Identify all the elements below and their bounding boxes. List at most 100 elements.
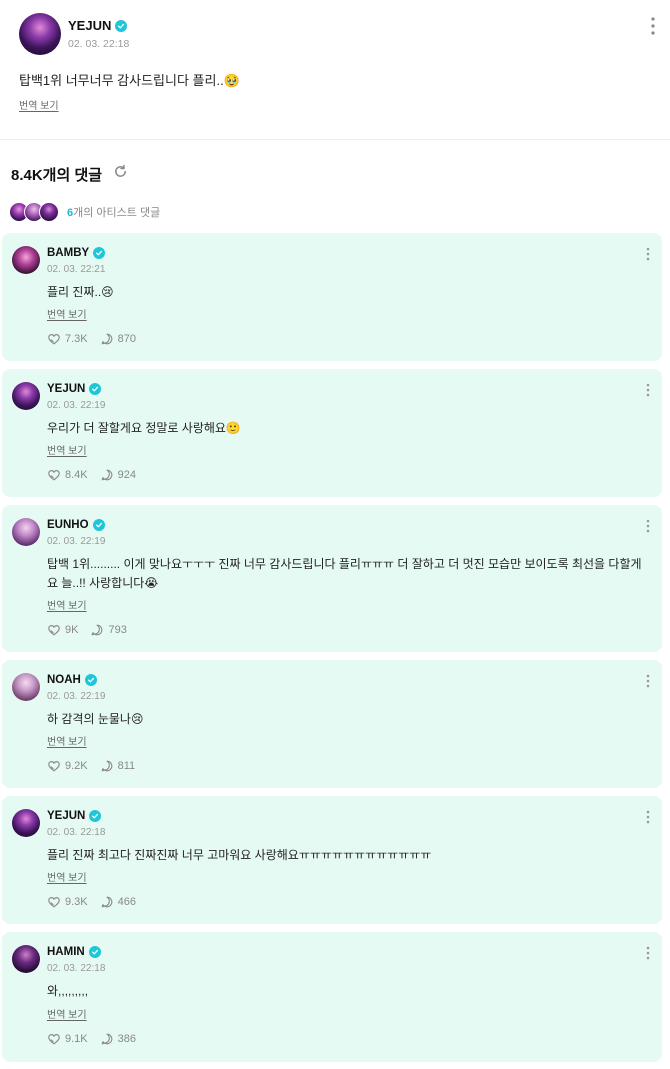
comment-stats: 9.3K 466 (47, 895, 148, 909)
artist-count-label: 개의 아티스트 댓글 (73, 207, 161, 219)
comment-time: 02. 03. 22:18 (47, 827, 106, 838)
reply-icon (101, 333, 113, 345)
comment-avatar[interactable] (12, 518, 40, 546)
like-count: 8.4K (65, 469, 88, 481)
reply-count: 811 (117, 760, 136, 772)
comment-avatar[interactable] (12, 945, 40, 973)
translate-link[interactable]: 번역 보기 (47, 1006, 87, 1021)
reply-count: 466 (117, 896, 136, 908)
like-icon (48, 761, 60, 772)
more-icon[interactable] (646, 519, 650, 533)
comment-card: EUNHO 02. 03. 22:19 탑백 1위......... 이게 맞나… (2, 505, 662, 652)
reply-button[interactable]: 924 (100, 468, 136, 482)
comment-card: YEJUN 02. 03. 22:19 우리가 더 잘할게요 정말로 사랑해요🙂… (2, 369, 662, 497)
comment-author-name[interactable]: EUNHO (47, 519, 89, 531)
like-button[interactable]: 7.3K (47, 332, 88, 346)
refresh-icon[interactable] (113, 164, 128, 179)
reply-button[interactable]: 870 (100, 332, 136, 346)
more-icon[interactable] (646, 383, 650, 397)
comment-avatar[interactable] (12, 382, 40, 410)
comment-author[interactable]: YEJUN (47, 810, 102, 822)
reply-button[interactable]: 386 (100, 1032, 136, 1046)
post-author-name[interactable]: YEJUN (68, 18, 111, 33)
more-icon[interactable] (646, 247, 650, 261)
translate-link[interactable]: 번역 보기 (47, 733, 87, 748)
like-icon (48, 625, 60, 636)
comment-author[interactable]: NOAH (47, 674, 97, 686)
comment-author[interactable]: HAMIN (47, 946, 101, 958)
translate-link[interactable]: 번역 보기 (47, 306, 87, 321)
comment-text: 플리 진짜 최고다 진짜진짜 너무 고마워요 사랑해요ㅠㅠㅠㅠㅠㅠㅠㅠㅠㅠㅠㅠ (47, 848, 432, 862)
post: YEJUN 02. 03. 22:18 탑백1위 너무너무 감사드립니다 플리.… (0, 0, 670, 140)
like-icon (48, 897, 60, 908)
comment-time: 02. 03. 22:19 (47, 691, 106, 702)
comment-text: 플리 진짜..😢 (47, 285, 114, 299)
reply-button[interactable]: 793 (90, 623, 127, 637)
reply-icon (101, 896, 113, 908)
comment-stats: 9K 793 (47, 623, 139, 637)
comment-time: 02. 03. 22:21 (47, 264, 106, 275)
reply-icon (101, 1033, 113, 1045)
like-button[interactable]: 9K (47, 623, 78, 637)
comment-author-name[interactable]: NOAH (47, 674, 81, 686)
like-icon (48, 334, 60, 345)
post-time: 02. 03. 22:18 (68, 38, 130, 50)
comments-title: 8.4K개의 댓글 (11, 167, 103, 184)
comment-stats: 7.3K 870 (47, 332, 148, 346)
verified-icon (84, 674, 97, 686)
comment-card: YEJUN 02. 03. 22:18 플리 진짜 최고다 진짜진짜 너무 고마… (2, 796, 662, 924)
translate-link[interactable]: 번역 보기 (47, 442, 87, 457)
comment-text: 하 감격의 눈물나😢 (47, 712, 144, 726)
comment-avatar[interactable] (12, 673, 40, 701)
comment-stats: 8.4K 924 (47, 468, 148, 482)
like-count: 7.3K (65, 333, 88, 345)
verified-icon (115, 19, 128, 32)
more-icon[interactable] (646, 946, 650, 960)
verified-icon (88, 946, 101, 958)
comment-author-name[interactable]: BAMBY (47, 247, 89, 259)
comment-text: 탑백 1위......... 이게 맞나요ㅜㅜㅜ 진짜 너무 감사드립니다 플리… (47, 557, 642, 590)
reply-button[interactable]: 811 (100, 759, 136, 773)
reply-icon (101, 469, 113, 481)
comment-author-name[interactable]: YEJUN (47, 810, 85, 822)
reply-count: 793 (108, 624, 127, 636)
post-text: 탑백1위 너무너무 감사드립니다 플리..🥹 (19, 73, 240, 88)
author-avatar[interactable] (19, 13, 61, 55)
more-icon[interactable] (650, 16, 656, 36)
more-icon[interactable] (646, 674, 650, 688)
comment-author-name[interactable]: YEJUN (47, 383, 85, 395)
reply-count: 386 (117, 1033, 136, 1045)
artist-comments-count: 6개의 아티스트 댓글 (67, 204, 160, 220)
like-button[interactable]: 8.4K (47, 468, 88, 482)
comment-author[interactable]: EUNHO (47, 519, 105, 531)
translate-link[interactable]: 번역 보기 (47, 869, 87, 884)
like-count: 9.3K (65, 896, 88, 908)
like-count: 9.1K (65, 1033, 88, 1045)
like-button[interactable]: 9.2K (47, 759, 88, 773)
reply-button[interactable]: 466 (100, 895, 136, 909)
comment-author[interactable]: YEJUN (47, 383, 102, 395)
comment-time: 02. 03. 22:18 (47, 963, 106, 974)
like-icon (48, 470, 60, 481)
comment-time: 02. 03. 22:19 (47, 536, 106, 547)
translate-link[interactable]: 번역 보기 (47, 597, 87, 612)
comment-avatar[interactable] (12, 246, 40, 274)
reply-count: 924 (117, 469, 136, 481)
verified-icon (89, 383, 102, 395)
more-icon[interactable] (646, 810, 650, 824)
comment-avatar[interactable] (12, 809, 40, 837)
comment-card: BAMBY 02. 03. 22:21 플리 진짜..😢 번역 보기 7.3K … (2, 233, 662, 361)
like-button[interactable]: 9.3K (47, 895, 88, 909)
comment-card: HAMIN 02. 03. 22:18 와,,,,,,,,, 번역 보기 9.1… (2, 932, 662, 1062)
post-author[interactable]: YEJUN (68, 18, 128, 33)
reply-icon (101, 760, 113, 772)
comment-card: NOAH 02. 03. 22:19 하 감격의 눈물나😢 번역 보기 9.2K… (2, 660, 662, 788)
comment-author-name[interactable]: HAMIN (47, 946, 85, 958)
like-button[interactable]: 9.1K (47, 1032, 88, 1046)
verified-icon (92, 519, 105, 531)
artist-comments-filter[interactable]: 6개의 아티스트 댓글 (9, 200, 160, 224)
comment-author[interactable]: BAMBY (47, 247, 106, 259)
comment-stats: 9.2K 811 (47, 759, 147, 773)
like-count: 9.2K (65, 760, 88, 772)
translate-link[interactable]: 번역 보기 (19, 97, 59, 112)
